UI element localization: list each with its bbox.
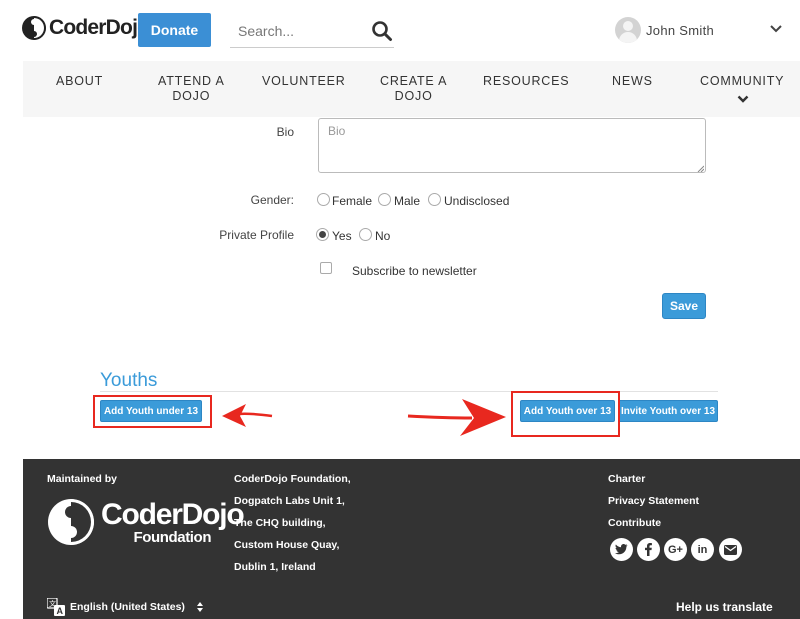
avatar bbox=[615, 17, 641, 43]
nav-label: CREATE A bbox=[380, 74, 448, 88]
donate-button[interactable]: Donate bbox=[138, 13, 211, 47]
gender-radio-female[interactable] bbox=[317, 193, 330, 206]
language-selector[interactable]: 文 A English (United States) bbox=[47, 598, 203, 616]
language-label: English (United States) bbox=[70, 601, 185, 613]
gender-radio-undisclosed[interactable] bbox=[428, 193, 441, 206]
nav-item-about[interactable]: ABOUT bbox=[56, 74, 103, 89]
translate-icon: 文 A bbox=[47, 598, 65, 616]
nav-item-attend-a-dojo[interactable]: ATTEND A DOJO bbox=[158, 74, 225, 104]
linkedin-icon[interactable]: in bbox=[691, 538, 714, 561]
save-button[interactable]: Save bbox=[662, 293, 706, 319]
footer: Maintained by CoderDojo Foundation Coder… bbox=[23, 459, 800, 619]
help-us-translate-link[interactable]: Help us translate bbox=[676, 600, 773, 614]
nav-label: RESOURCES bbox=[483, 74, 570, 88]
nav-item-create-a-dojo[interactable]: CREATE A DOJO bbox=[380, 74, 447, 104]
highlight-box-under-13 bbox=[93, 395, 212, 428]
gender-radio-male[interactable] bbox=[378, 193, 391, 206]
nav-item-volunteer[interactable]: VOLUNTEER bbox=[262, 74, 346, 89]
footer-link-privacy-statement[interactable]: Privacy Statement bbox=[608, 495, 699, 507]
youths-heading: Youths bbox=[100, 370, 158, 391]
newsletter-checkbox[interactable] bbox=[320, 262, 332, 274]
logo-text: CoderDojo bbox=[49, 16, 150, 39]
address-line: The CHQ building, bbox=[234, 517, 326, 529]
footer-link-contribute[interactable]: Contribute bbox=[608, 517, 661, 529]
private-option-no-label: No bbox=[375, 229, 391, 243]
coderdojo-logo-icon bbox=[48, 499, 94, 545]
private-profile-label: Private Profile bbox=[219, 228, 294, 242]
gender-option-female-label: Female bbox=[332, 194, 373, 208]
divider bbox=[100, 391, 718, 392]
address-line: Dublin 1, Ireland bbox=[234, 561, 316, 573]
twitter-icon[interactable] bbox=[610, 538, 633, 561]
private-radio-yes[interactable] bbox=[316, 228, 329, 241]
private-radio-no[interactable] bbox=[359, 228, 372, 241]
nav-label-line2: DOJO bbox=[172, 89, 211, 103]
gender-label: Gender: bbox=[250, 193, 294, 207]
highlight-box-over-13 bbox=[511, 391, 620, 437]
bio-textarea[interactable] bbox=[318, 118, 706, 173]
newsletter-label: Subscribe to newsletter bbox=[352, 264, 477, 278]
invite-youth-over-13-button[interactable]: Invite Youth over 13 bbox=[618, 400, 718, 422]
search-box bbox=[230, 14, 394, 48]
nav-label: ABOUT bbox=[56, 74, 104, 88]
gender-option-male-label: Male bbox=[394, 194, 421, 208]
nav-label: COMMUNITY bbox=[700, 74, 785, 88]
gender-option-undisclosed-label: Undisclosed bbox=[444, 194, 510, 208]
search-input[interactable] bbox=[238, 20, 368, 42]
top-header: CoderDojo Donate John Smith bbox=[0, 0, 800, 61]
select-caret-icon bbox=[196, 602, 203, 612]
coderdojo-logo-icon bbox=[22, 16, 46, 40]
resize-grip-icon[interactable] bbox=[697, 165, 704, 172]
private-option-yes-label: Yes bbox=[332, 229, 352, 243]
footer-logo-sub: Foundation bbox=[133, 528, 212, 546]
google-plus-icon[interactable]: G+ bbox=[664, 538, 687, 561]
arrow-left-icon bbox=[222, 404, 273, 427]
nav-label: VOLUNTEER bbox=[262, 74, 346, 88]
nav-item-news[interactable]: NEWS bbox=[612, 74, 653, 89]
address-line: CoderDojo Foundation, bbox=[234, 473, 351, 485]
svg-text:A: A bbox=[57, 606, 64, 616]
address-line: Custom House Quay, bbox=[234, 539, 340, 551]
nav-label-line2: DOJO bbox=[394, 89, 433, 103]
chevron-down-icon[interactable] bbox=[769, 24, 783, 34]
nav-item-community[interactable]: COMMUNITY bbox=[700, 74, 784, 89]
email-icon[interactable] bbox=[719, 538, 742, 561]
search-icon[interactable] bbox=[371, 20, 393, 42]
footer-link-charter[interactable]: Charter bbox=[608, 473, 645, 485]
user-menu[interactable]: John Smith bbox=[615, 17, 714, 43]
bio-label: Bio bbox=[276, 125, 294, 139]
footer-logo-name: CoderDojo bbox=[101, 497, 245, 531]
address-line: Dogpatch Labs Unit 1, bbox=[234, 495, 345, 507]
coderdojo-logo[interactable]: CoderDojo bbox=[22, 16, 150, 40]
arrow-right-icon bbox=[407, 399, 506, 436]
nav-label: ATTEND A bbox=[158, 74, 225, 88]
nav-label: NEWS bbox=[612, 74, 653, 88]
user-name: John Smith bbox=[646, 22, 715, 38]
facebook-icon[interactable] bbox=[637, 538, 660, 561]
coderdojo-foundation-logo[interactable]: CoderDojo Foundation bbox=[48, 497, 245, 546]
nav-item-resources[interactable]: RESOURCES bbox=[483, 74, 569, 89]
main-nav: ABOUT ATTEND A DOJO VOLUNTEER CREATE A D… bbox=[23, 61, 800, 117]
chevron-down-icon[interactable] bbox=[737, 95, 749, 103]
maintained-by-label: Maintained by bbox=[47, 473, 118, 485]
